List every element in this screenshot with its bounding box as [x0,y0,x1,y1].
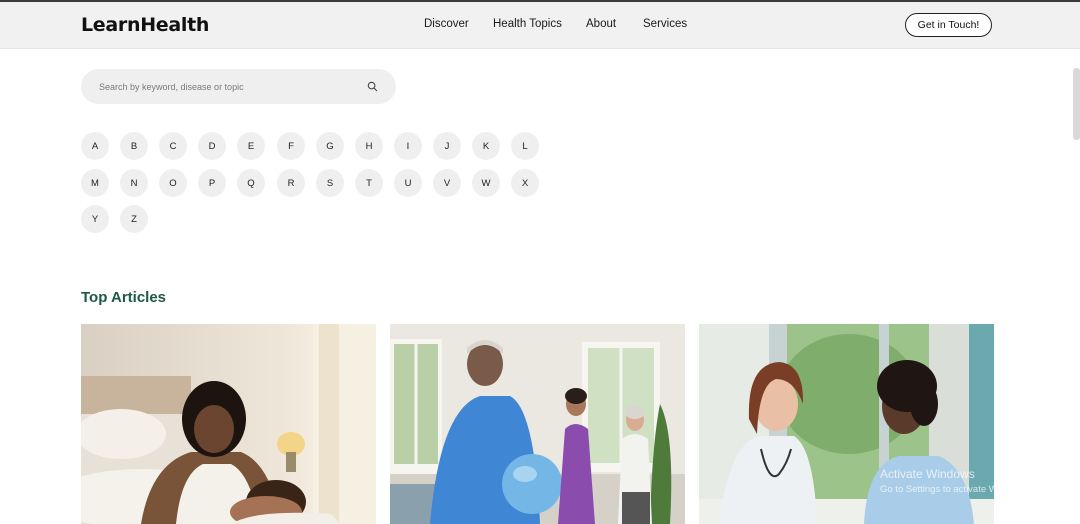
mother-with-baby-image [81,324,376,524]
scrollbar-thumb[interactable] [1073,68,1080,140]
search-bar[interactable] [81,69,396,104]
letter-filter-c[interactable]: C [159,132,187,160]
article-card-mother-baby[interactable] [81,324,376,524]
letter-filter-y[interactable]: Y [81,205,109,233]
letter-filter-v[interactable]: V [433,169,461,197]
search-input[interactable] [97,78,361,96]
letter-filter-w[interactable]: W [472,169,500,197]
site-header: LearnHealth Discover Health Topics About… [0,2,1080,49]
exercise-class-image [390,324,685,524]
letter-filter-f[interactable]: F [277,132,305,160]
letter-filter-x[interactable]: X [511,169,539,197]
letter-filter-k[interactable]: K [472,132,500,160]
letter-filter-a[interactable]: A [81,132,109,160]
search-icon[interactable] [367,81,378,92]
letter-filter-p[interactable]: P [198,169,226,197]
letter-filter-t[interactable]: T [355,169,383,197]
watermark-title: Activate Windows [880,467,975,481]
letter-filter-m[interactable]: M [81,169,109,197]
watermark-subtitle: Go to Settings to activate Windows. [880,484,1030,495]
nav-about[interactable]: About [586,18,616,30]
letter-filter-u[interactable]: U [394,169,422,197]
letter-filter-b[interactable]: B [120,132,148,160]
top-articles-heading: Top Articles [81,289,167,306]
letter-filter-d[interactable]: D [198,132,226,160]
letter-filter-g[interactable]: G [316,132,344,160]
nav-services[interactable]: Services [643,18,687,30]
letter-filter-l[interactable]: L [511,132,539,160]
get-in-touch-button[interactable]: Get in Touch! [905,13,992,37]
nav-health-topics[interactable]: Health Topics [493,18,562,30]
nav-discover[interactable]: Discover [424,18,469,30]
logo[interactable]: LearnHealth [81,14,209,36]
letter-filter-q[interactable]: Q [237,169,265,197]
letter-filter-o[interactable]: O [159,169,187,197]
article-card-exercise[interactable] [390,324,685,524]
letter-filter-e[interactable]: E [237,132,265,160]
letter-filter-n[interactable]: N [120,169,148,197]
letter-filter-h[interactable]: H [355,132,383,160]
letter-filter-z[interactable]: Z [120,205,148,233]
letter-filter-j[interactable]: J [433,132,461,160]
letter-filter-i[interactable]: I [394,132,422,160]
letter-filter-r[interactable]: R [277,169,305,197]
letter-filter-s[interactable]: S [316,169,344,197]
windows-activation-watermark: Activate Windows Go to Settings to activ… [880,466,1030,498]
